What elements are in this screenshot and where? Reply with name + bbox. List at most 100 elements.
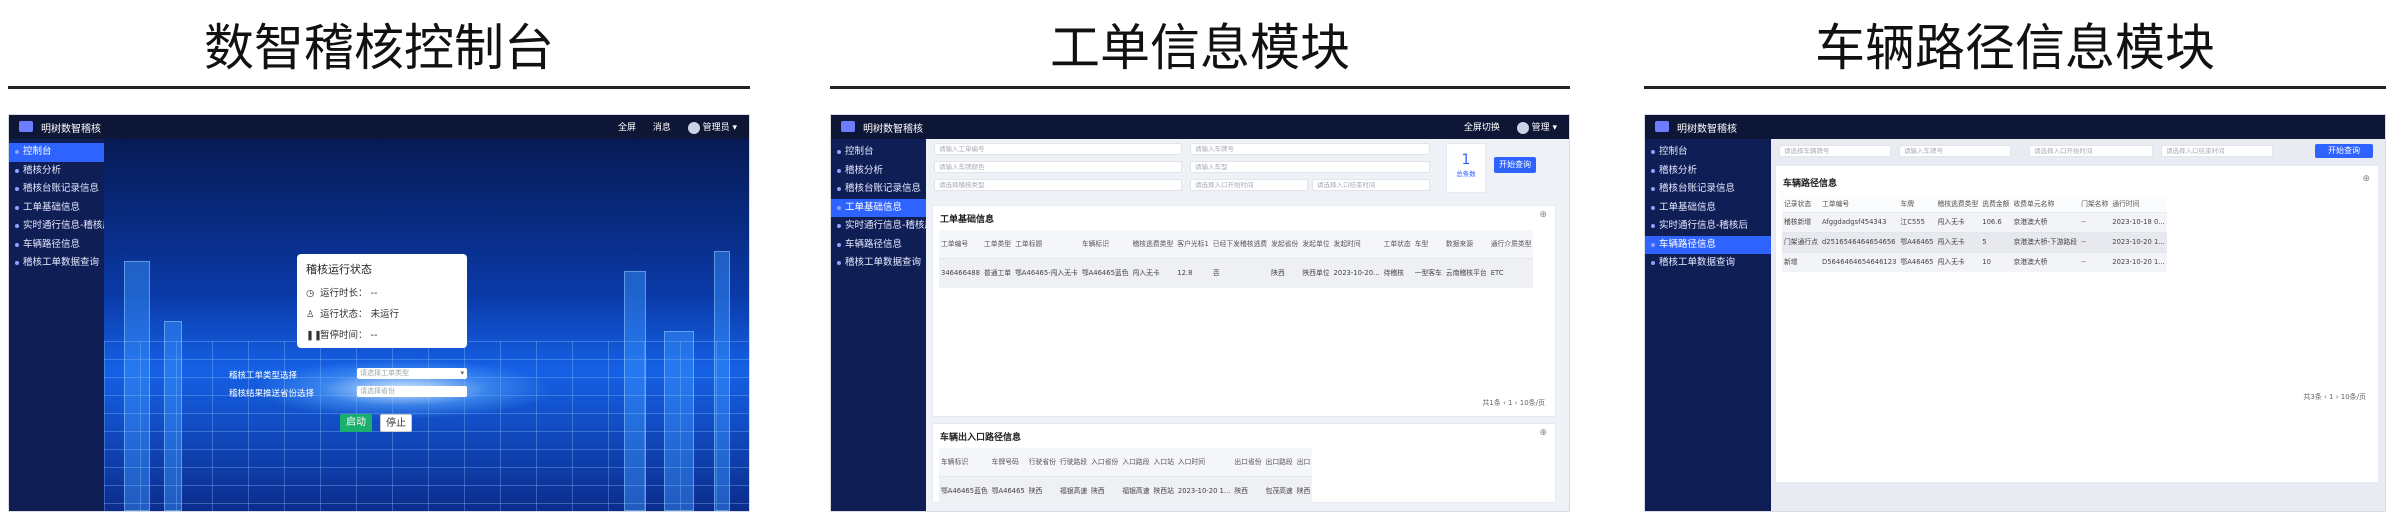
top-bar: 明树数智稽核 全屏 消息 管理员 ▾ xyxy=(9,115,749,139)
table-cell: 新增 xyxy=(1782,251,1820,272)
column-header: 稽核逃费类型 xyxy=(1130,230,1176,258)
search-button[interactable]: 开始查询 xyxy=(2315,144,2373,158)
pagination[interactable]: 共1条 ‹ 1 › 10条/页 xyxy=(1482,398,1545,408)
table-cell: D5646464654646123 xyxy=(1819,251,1899,272)
status-row: ◷ 运行时长： -- xyxy=(306,288,378,299)
table-cell: 闯入无卡 xyxy=(1935,251,1981,272)
app-logo-icon xyxy=(19,121,33,132)
avatar xyxy=(1516,121,1529,134)
sidebar-item[interactable]: 稽核台账记录信息 xyxy=(1645,180,1771,199)
top-right-tools: 全屏 消息 管理员 ▾ xyxy=(604,120,737,134)
sidebar-item[interactable]: 控制台 xyxy=(9,143,104,162)
sidebar-item[interactable]: 实时通行信息-稽核后 xyxy=(9,217,104,236)
column-header: 稽核逃费类型 xyxy=(1935,196,1981,213)
sidebar-item[interactable]: 稽核工单数据查询 xyxy=(9,254,104,273)
table-cell: 2023-10-20 1... xyxy=(2110,231,2167,252)
sidebar-item[interactable]: 稽核分析 xyxy=(831,162,926,181)
audit-type-select[interactable]: 请选择稽核类型 xyxy=(934,179,1182,191)
table-cell: 普通工单 xyxy=(981,257,1014,288)
table-cell: 京港澳大桥-下游路段 xyxy=(2011,231,2080,252)
orders-main: 请输入工单编号 请输入车牌号 请输入车牌颜色 请输入车型 请选择稽核类型 请选择… xyxy=(926,139,1569,511)
entry-start-input[interactable]: 请选择入口开始时间 xyxy=(1190,179,1308,191)
table-cell: 鄂A46465 xyxy=(1898,251,1936,272)
start-button[interactable]: 启动 xyxy=(340,414,372,432)
order-no-input[interactable]: 请输入工单编号 xyxy=(934,143,1182,155)
table-cell: 106.6 xyxy=(1980,211,2012,232)
column-header: 车牌号码 xyxy=(989,448,1027,476)
notify-button[interactable]: 消息 xyxy=(653,123,671,133)
sidebar-item[interactable]: 车辆路径信息 xyxy=(9,236,104,255)
sidebar-item[interactable]: 车辆路径信息 xyxy=(1645,235,1771,254)
user-menu[interactable]: 管理员 ▾ xyxy=(687,121,737,134)
sidebar-item[interactable]: 稽核工单数据查询 xyxy=(1645,254,1771,273)
total-count-label: 总条数 xyxy=(1456,170,1476,178)
stop-button[interactable]: 停止 xyxy=(380,414,412,432)
screenshot-console: 明树数智稽核 全屏 消息 管理员 ▾ 控制台 稽核分析 稽核台账记录信息 工单基… xyxy=(8,114,750,512)
sidebar-item[interactable]: 车辆路径信息 xyxy=(831,236,926,255)
entry-end-input[interactable]: 请选择入口结束时间 xyxy=(1312,179,1430,191)
table-cell: 陕西 xyxy=(1026,475,1058,506)
fullscreen-button[interactable]: 全屏 xyxy=(618,123,636,133)
title-divider xyxy=(830,86,1570,89)
total-count: 1 xyxy=(1461,152,1471,168)
province-select[interactable]: 请选择省份 xyxy=(357,386,467,397)
search-button[interactable]: 开始查询 xyxy=(1494,157,1536,173)
plate-color-input[interactable]: 请输入车牌颜色 xyxy=(934,161,1182,173)
sidebar-item[interactable]: 实时通行信息-稽核后 xyxy=(1645,217,1771,236)
title-divider xyxy=(1644,86,2386,89)
sidebar-item[interactable]: 稽核台账记录信息 xyxy=(831,180,926,199)
sidebar-item[interactable]: 稽核台账记录信息 xyxy=(9,180,104,199)
vehicle-select[interactable]: 请选择车辆牌号 xyxy=(1779,145,1891,157)
pagination[interactable]: 共3条 ‹ 1 › 10条/页 xyxy=(2303,392,2366,402)
table-cell: 陕西 xyxy=(1089,475,1121,506)
column-header: 入口省份 xyxy=(1089,448,1121,476)
status-card: 稽核运行状态 ◷ 运行时长： -- ♙ 运行状态： 未运行 ❚❚暂停时间： -- xyxy=(297,254,467,348)
table-row[interactable]: 稽核新增 Afggdadgsf454343 江C555 闯入无卡 106.6 京港澳大桥 -… xyxy=(1782,211,2167,232)
table-row[interactable]: 新增 D5646464654646123 鄂A46465 闯入无卡 10 京港澳大桥 -- 2… xyxy=(1782,251,2167,272)
panel-title: 数智稽核控制台 xyxy=(204,19,554,77)
sidebar-item[interactable]: 控制台 xyxy=(1645,143,1771,162)
entry-end-input[interactable]: 请选择入口结束时间 xyxy=(2161,145,2273,157)
export-icon[interactable]: ⊕ xyxy=(2362,174,2370,184)
column-header: 记录状态 xyxy=(1782,196,1820,213)
table-row[interactable]: 鄂A46465蓝色 鄂A46465 陕西 福银高速 陕西 福银高速 陕西站 2023-10-2… xyxy=(939,475,1313,506)
column-header: 工单编号 xyxy=(939,230,982,258)
plate-input[interactable]: 请输入车牌号 xyxy=(1899,145,2011,157)
card-title: 车辆路径信息 xyxy=(1783,179,1838,189)
sidebar-item[interactable]: 稽核分析 xyxy=(1645,162,1771,181)
order-type-select[interactable]: 请选择工单类型 ▾ xyxy=(357,368,467,379)
table-cell: 京港澳大桥 xyxy=(2011,251,2080,272)
chevron-down-icon: ▾ xyxy=(460,369,464,377)
entry-start-input[interactable]: 请选择入口开始时间 xyxy=(2029,145,2153,157)
column-header: 车辆标识 xyxy=(1079,230,1131,258)
column-header: 发起时间 xyxy=(1331,230,1382,258)
fullscreen-button[interactable]: 全屏切换 xyxy=(1464,123,1500,133)
sidebar-item[interactable]: 工单基础信息 xyxy=(1645,199,1771,218)
table-cell: 5 xyxy=(1980,231,2012,252)
app-name: 明树数智稽核 xyxy=(41,124,101,135)
sidebar: 控制台 稽核分析 稽核台账记录信息 工单基础信息 实时通行信息-稽核后 车辆路径… xyxy=(831,139,926,511)
table-row[interactable]: 门架通行点 d2516546464654656 鄂A46465 闯入无卡 5 京港澳大桥-… xyxy=(1782,231,2167,252)
table-cell: 待稽核 xyxy=(1381,257,1413,288)
plate-input[interactable]: 请输入车牌号 xyxy=(1190,143,1430,155)
sidebar-item[interactable]: 稽核工单数据查询 xyxy=(831,254,926,273)
table-row[interactable]: 346466488 普通工单 鄂A46465-闯入无卡 鄂A46465蓝色 闯入无卡 12… xyxy=(939,257,1534,288)
total-count-card: 1 总条数 xyxy=(1446,143,1486,193)
sidebar-item[interactable]: 工单基础信息 xyxy=(831,198,926,217)
export-icon[interactable]: ⊕ xyxy=(1539,428,1547,438)
status-card-title: 稽核运行状态 xyxy=(306,263,372,276)
column-header: 出口路段 xyxy=(1263,448,1295,476)
app-logo-icon xyxy=(1655,121,1669,132)
clock-icon: ◷ xyxy=(306,288,315,299)
export-icon[interactable]: ⊕ xyxy=(1539,210,1547,220)
table-cell: 2023-10-20 1... xyxy=(2110,251,2167,272)
vehicle-type-input[interactable]: 请输入车型 xyxy=(1190,161,1430,173)
sidebar-item[interactable]: 工单基础信息 xyxy=(9,199,104,218)
user-menu[interactable]: 管理 ▾ xyxy=(1516,121,1557,134)
sidebar: 控制台 稽核分析 稽核台账记录信息 工单基础信息 实时通行信息-稽核后 车辆路径… xyxy=(1645,139,1771,511)
sidebar-item[interactable]: 稽核分析 xyxy=(9,162,104,181)
sidebar-item[interactable]: 实时通行信息-稽核后 xyxy=(831,217,926,236)
order-table: 工单编号 工单类型 工单标题 车辆标识 稽核逃费类型 客户光标1 已经下发稽核逃费 发起省份发… xyxy=(939,230,1534,288)
column-header: 工单标题 xyxy=(1013,230,1080,258)
sidebar-item[interactable]: 控制台 xyxy=(831,143,926,162)
